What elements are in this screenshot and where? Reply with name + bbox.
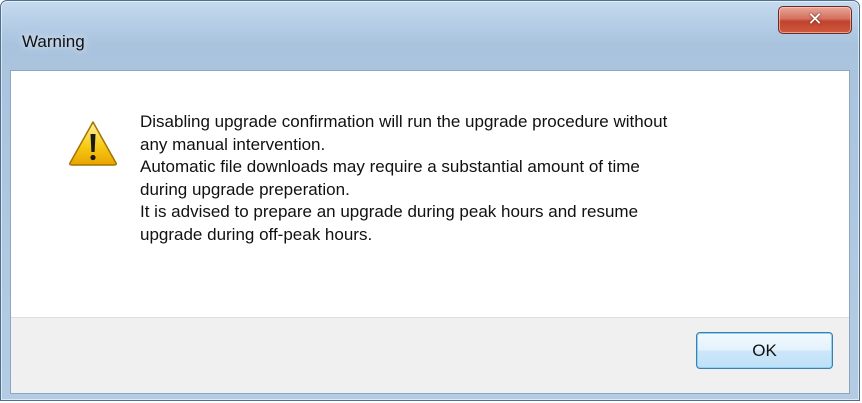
- close-icon: ✕: [807, 9, 823, 30]
- ok-button[interactable]: OK: [696, 332, 833, 369]
- message-line: Automatic file downloads may require a s…: [140, 157, 640, 176]
- dialog-body: Disabling upgrade confirmation will run …: [10, 70, 850, 394]
- button-bar: OK: [11, 317, 849, 393]
- close-button[interactable]: ✕: [778, 6, 852, 34]
- message-area: Disabling upgrade confirmation will run …: [11, 71, 849, 317]
- message-line: any manual intervention.: [140, 134, 326, 154]
- message-text: Disabling upgrade confirmation will run …: [140, 111, 840, 246]
- message-line: It is advised to prepare an upgrade duri…: [140, 202, 639, 221]
- message-line: during upgrade preperation.: [140, 179, 350, 199]
- warning-icon: [69, 121, 117, 166]
- message-line: Disabling upgrade confirmation will run …: [140, 112, 668, 131]
- warning-dialog: Warning ✕ Disabling upgrade confirmation…: [0, 0, 860, 401]
- title-bar[interactable]: Warning ✕: [1, 1, 859, 53]
- message-line: upgrade during off-peak hours.: [140, 224, 373, 244]
- window-title: Warning: [22, 32, 85, 51]
